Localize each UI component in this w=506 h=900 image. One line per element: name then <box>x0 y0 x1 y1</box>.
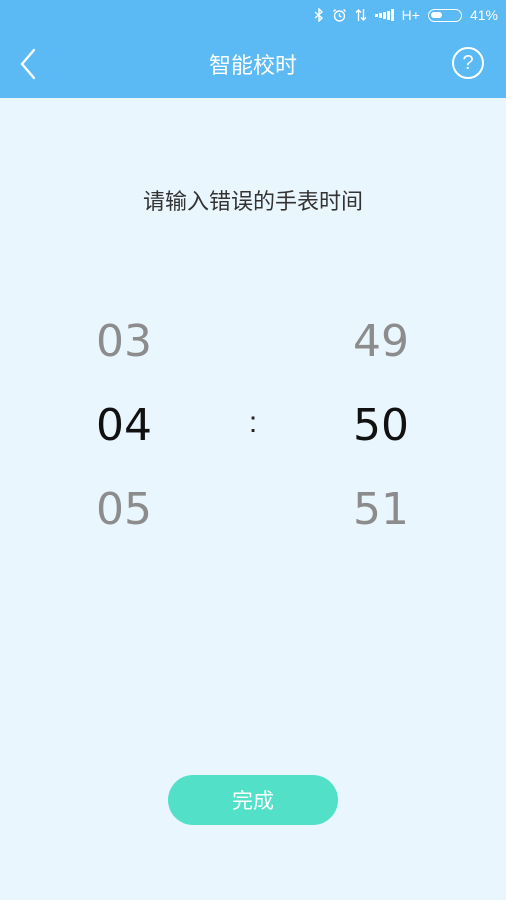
network-type: H+ <box>401 7 420 23</box>
bluetooth-icon <box>314 8 324 22</box>
battery-icon <box>427 8 462 22</box>
page-title: 智能校时 <box>208 54 297 79</box>
hour-prev[interactable]: 03 <box>64 316 184 367</box>
title-bar: 智能校时 ? <box>0 30 506 98</box>
signal-icon <box>374 9 394 21</box>
status-bar: H+ 41% <box>0 0 506 30</box>
time-separator: : <box>248 406 258 439</box>
done-button[interactable]: 完成 <box>168 775 338 825</box>
minute-selected[interactable]: 50 <box>321 400 441 451</box>
status-icons: H+ 41% <box>314 5 498 25</box>
minute-next[interactable]: 51 <box>321 484 441 535</box>
minute-prev[interactable]: 49 <box>321 316 441 367</box>
hour-selected[interactable]: 04 <box>64 400 184 451</box>
help-button[interactable]: ? <box>452 47 484 79</box>
instruction-text: 请输入错误的手表时间 <box>142 190 363 215</box>
question-icon: ? <box>462 51 474 74</box>
battery-percent: 41% <box>469 7 498 23</box>
hour-next[interactable]: 05 <box>64 484 184 535</box>
alarm-icon <box>332 8 347 23</box>
app-header: H+ 41% 智能校时 ? <box>0 0 506 98</box>
data-transfer-icon <box>355 8 367 22</box>
